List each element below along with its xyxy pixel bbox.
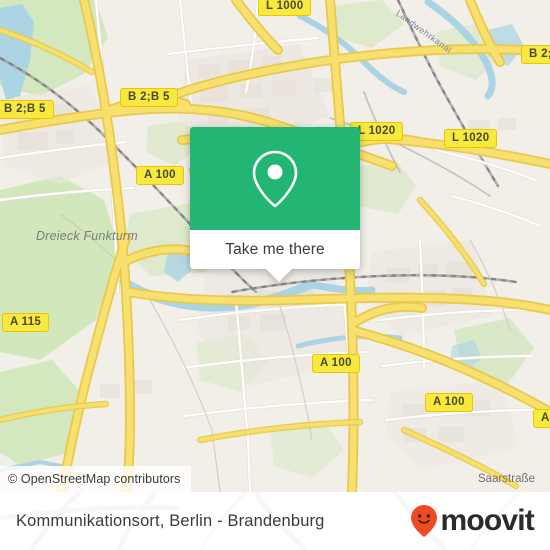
shield-l-1020-right[interactable]: L 1020 [444, 129, 498, 148]
shield-b2-b5-left[interactable]: B 2;B 5 [0, 100, 54, 119]
shield-a-100-mid[interactable]: A 100 [312, 354, 360, 373]
shield-a-100-low[interactable]: A 100 [425, 393, 473, 412]
osm-attribution-text: © OpenStreetMap contributors [8, 472, 181, 486]
moovit-wordmark: moovit [440, 504, 534, 537]
map-page: .water { fill:#aad3e4; } .wline { stroke… [0, 0, 550, 550]
moovit-brand[interactable]: moovit [409, 504, 535, 538]
moovit-smiley-pin-icon [411, 505, 438, 537]
take-me-there-label: Take me there [225, 240, 325, 258]
osm-attribution[interactable]: © OpenStreetMap contributors [0, 466, 191, 492]
popup-pointer-tail [266, 269, 292, 282]
map-canvas[interactable]: .water { fill:#aad3e4; } .wline { stroke… [0, 0, 550, 492]
map-pin-icon [252, 150, 298, 207]
popup-header [190, 127, 360, 230]
shield-a-115[interactable]: A 115 [2, 313, 50, 332]
location-popup-card[interactable]: Take me there [190, 127, 360, 282]
shield-b2-b5-mid[interactable]: B 2;B 5 [120, 88, 178, 107]
footer-bar: Kommunikationsort, Berlin - Brandenburg … [0, 492, 550, 550]
shield-a-100-top[interactable]: A 100 [136, 166, 184, 185]
shield-l-1000[interactable]: L 1000 [258, 0, 312, 16]
page-title: Kommunikationsort, Berlin - Brandenburg [16, 511, 325, 530]
popup-footer[interactable]: Take me there [190, 230, 360, 282]
shield-b2-b5-right-top[interactable]: B 2;B 5 [521, 45, 550, 64]
shield-a-1-right[interactable]: A 1 [533, 409, 550, 428]
